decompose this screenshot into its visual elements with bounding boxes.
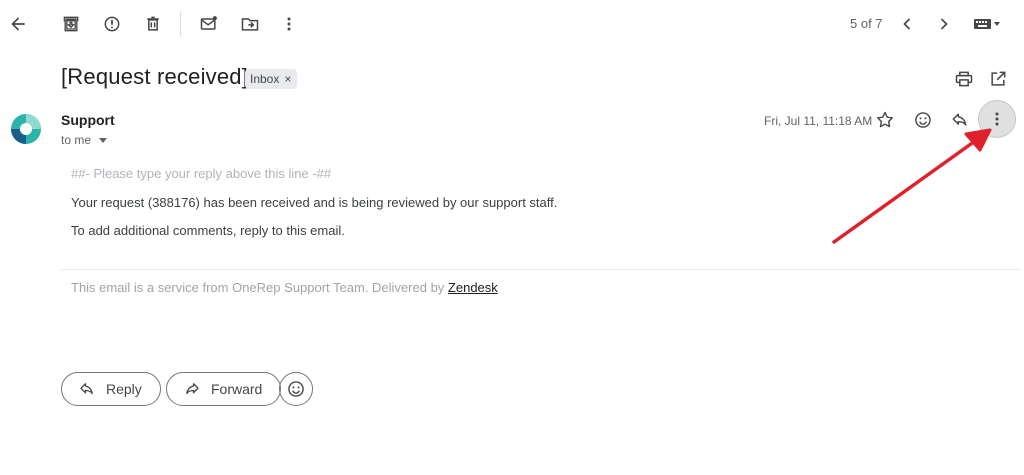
pager-count: 5 of 7 bbox=[850, 16, 883, 31]
reply-label: Reply bbox=[106, 381, 142, 397]
recipient-text: to me bbox=[61, 133, 92, 147]
add-reaction-button[interactable] bbox=[907, 104, 939, 136]
forward-icon bbox=[186, 383, 199, 395]
footer-text: This email is a service from OneRep Supp… bbox=[71, 280, 448, 295]
remove-label-icon[interactable]: × bbox=[284, 72, 291, 86]
forward-button[interactable]: Forward bbox=[166, 372, 282, 406]
reply-header-button[interactable] bbox=[944, 104, 976, 136]
star-icon bbox=[876, 111, 894, 128]
print-button[interactable] bbox=[948, 63, 980, 95]
more-vertical-icon bbox=[995, 112, 999, 126]
move-to-folder-icon bbox=[241, 18, 259, 31]
report-spam-icon bbox=[104, 16, 120, 32]
input-tools-button[interactable] bbox=[967, 8, 1007, 40]
move-to-button[interactable] bbox=[234, 8, 266, 40]
mark-unread-icon bbox=[200, 16, 217, 30]
older-button[interactable] bbox=[928, 8, 960, 40]
email-date: Fri, Jul 11, 11:18 AM bbox=[764, 114, 873, 128]
reply-icon bbox=[80, 383, 93, 395]
star-button[interactable] bbox=[869, 104, 901, 136]
chevron-left-icon bbox=[903, 18, 911, 30]
reply-button[interactable]: Reply bbox=[61, 372, 161, 406]
body-line-2: To add additional comments, reply to thi… bbox=[71, 223, 345, 238]
print-icon bbox=[955, 71, 973, 87]
more-options-button[interactable] bbox=[273, 8, 305, 40]
open-in-new-icon bbox=[991, 71, 1006, 86]
toolbar-divider bbox=[180, 12, 181, 36]
sender-avatar[interactable] bbox=[10, 113, 42, 145]
emoji-reaction-button[interactable] bbox=[279, 372, 313, 406]
delete-button[interactable] bbox=[137, 8, 169, 40]
reply-above-hint: ##- Please type your reply above this li… bbox=[71, 166, 332, 181]
report-spam-button[interactable] bbox=[96, 8, 128, 40]
more-vertical-icon bbox=[287, 17, 291, 31]
trash-icon bbox=[147, 16, 159, 31]
message-more-button[interactable] bbox=[978, 100, 1016, 138]
sender-name[interactable]: Support bbox=[61, 112, 115, 128]
email-subject: [Request received] bbox=[61, 64, 249, 89]
open-new-window-button[interactable] bbox=[982, 63, 1014, 95]
newer-button[interactable] bbox=[891, 8, 923, 40]
reply-icon bbox=[952, 113, 967, 126]
archive-button[interactable] bbox=[55, 8, 87, 40]
emoji-icon bbox=[915, 112, 931, 128]
arrow-back-icon bbox=[11, 17, 25, 31]
chevron-right-icon bbox=[940, 18, 948, 30]
zendesk-link[interactable]: Zendesk bbox=[448, 280, 498, 295]
mark-unread-button[interactable] bbox=[193, 8, 225, 40]
keyboard-icon bbox=[974, 19, 1000, 29]
back-button[interactable] bbox=[2, 8, 34, 40]
caret-down-icon bbox=[99, 137, 108, 143]
forward-label: Forward bbox=[211, 381, 263, 397]
emoji-icon bbox=[288, 381, 304, 397]
footer-divider bbox=[61, 269, 1021, 270]
body-line-1: Your request (388176) has been received … bbox=[71, 195, 558, 210]
inbox-label-chip[interactable]: Inbox × bbox=[245, 69, 298, 89]
recipient-details-toggle[interactable]: to me bbox=[61, 133, 108, 147]
label-text: Inbox bbox=[250, 72, 280, 86]
archive-icon bbox=[63, 16, 79, 32]
email-footer: This email is a service from OneRep Supp… bbox=[71, 280, 498, 295]
